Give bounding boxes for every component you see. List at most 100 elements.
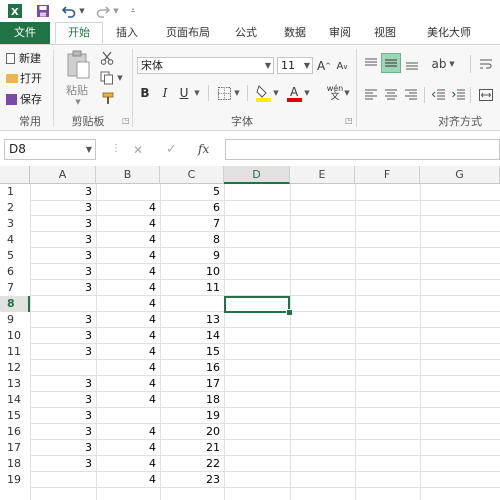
row-header[interactable]: 9 xyxy=(0,312,30,328)
redo-dropdown-icon[interactable]: ▼ xyxy=(112,2,120,20)
align-top-icon[interactable] xyxy=(362,55,380,73)
cell-a9[interactable]: 3 xyxy=(30,312,96,328)
column-header-a[interactable]: A xyxy=(30,166,96,184)
cell-a3[interactable]: 3 xyxy=(30,216,96,232)
undo-dropdown-icon[interactable]: ▼ xyxy=(78,2,86,20)
column-header-f[interactable]: F xyxy=(355,166,420,184)
cell-b14[interactable]: 4 xyxy=(96,392,160,408)
cell-b13[interactable]: 4 xyxy=(96,376,160,392)
column-header-e[interactable]: E xyxy=(290,166,355,184)
row-header[interactable]: 17 xyxy=(0,440,30,456)
phonetic-dropdown-icon[interactable]: ▼ xyxy=(343,87,351,99)
font-launcher-icon[interactable]: ◳ xyxy=(345,116,353,125)
decrease-indent-icon[interactable] xyxy=(430,87,448,103)
cancel-icon[interactable]: ✕ xyxy=(133,143,143,157)
formula-bar-grip-icon[interactable]: ⋮ xyxy=(111,143,121,154)
orientation-icon[interactable]: ab xyxy=(430,55,448,73)
cell-c19[interactable]: 23 xyxy=(160,472,224,488)
cell-c4[interactable]: 8 xyxy=(160,232,224,248)
bold-button[interactable]: B xyxy=(138,85,152,101)
cell-b16[interactable]: 4 xyxy=(96,424,160,440)
cell-a10[interactable]: 3 xyxy=(30,328,96,344)
cell-a7[interactable]: 3 xyxy=(30,280,96,296)
fill-color-dropdown-icon[interactable]: ▼ xyxy=(272,87,280,99)
font-size-select[interactable]: 11 ▼ xyxy=(277,57,313,74)
customize-icon[interactable]: ⩡ xyxy=(128,2,138,20)
cell-c12[interactable]: 16 xyxy=(160,360,224,376)
row-header[interactable]: 14 xyxy=(0,392,30,408)
cell-a17[interactable]: 3 xyxy=(30,440,96,456)
cell-a19[interactable] xyxy=(30,472,96,488)
tab-view[interactable]: 视图 xyxy=(365,22,405,44)
cell-b17[interactable]: 4 xyxy=(96,440,160,456)
cell-a14[interactable]: 3 xyxy=(30,392,96,408)
row-header[interactable]: 13 xyxy=(0,376,30,392)
cell-c1[interactable]: 5 xyxy=(160,184,224,200)
row-header[interactable]: 16 xyxy=(0,424,30,440)
cell-b6[interactable]: 4 xyxy=(96,264,160,280)
grow-font-button[interactable]: A ^ xyxy=(317,57,331,74)
clipboard-launcher-icon[interactable]: ◳ xyxy=(122,116,130,125)
phonetic-guide-button[interactable]: wén 文 xyxy=(326,83,344,103)
row-header[interactable]: 5 xyxy=(0,248,30,264)
cell-c3[interactable]: 7 xyxy=(160,216,224,232)
new-button[interactable]: 新建 xyxy=(6,50,41,66)
fill-handle[interactable] xyxy=(286,309,293,316)
cell-a4[interactable]: 3 xyxy=(30,232,96,248)
cell-b9[interactable]: 4 xyxy=(96,312,160,328)
save-icon[interactable] xyxy=(34,2,52,20)
redo-icon[interactable] xyxy=(94,2,112,20)
cell-c13[interactable]: 17 xyxy=(160,376,224,392)
cell-c6[interactable]: 10 xyxy=(160,264,224,280)
cell-c7[interactable]: 11 xyxy=(160,280,224,296)
cell-b10[interactable]: 4 xyxy=(96,328,160,344)
format-painter-icon[interactable] xyxy=(99,91,117,107)
cell-b18[interactable]: 4 xyxy=(96,456,160,472)
column-header-d[interactable]: D xyxy=(224,166,290,184)
paste-label[interactable]: 粘贴 xyxy=(66,82,88,98)
tab-beautify-master[interactable]: 美化大师 xyxy=(416,22,482,44)
undo-icon[interactable] xyxy=(60,2,78,20)
shrink-font-button[interactable]: Av xyxy=(335,59,349,74)
cut-icon[interactable] xyxy=(98,50,116,66)
cell-a16[interactable]: 3 xyxy=(30,424,96,440)
row-header[interactable]: 2 xyxy=(0,200,30,216)
tab-page-layout[interactable]: 页面布局 xyxy=(155,22,221,44)
cell-b15[interactable] xyxy=(96,408,160,424)
copy-dropdown-icon[interactable]: ▼ xyxy=(116,73,124,83)
cell-c2[interactable]: 6 xyxy=(160,200,224,216)
cell-a5[interactable]: 3 xyxy=(30,248,96,264)
align-center-icon[interactable] xyxy=(382,87,400,103)
tab-review[interactable]: 审阅 xyxy=(320,22,360,44)
align-bottom-icon[interactable] xyxy=(403,55,421,73)
row-header[interactable]: 4 xyxy=(0,232,30,248)
cell-c18[interactable]: 22 xyxy=(160,456,224,472)
row-header[interactable]: 10 xyxy=(0,328,30,344)
fill-color-icon[interactable] xyxy=(255,83,271,103)
cell-a13[interactable]: 3 xyxy=(30,376,96,392)
cell-c17[interactable]: 21 xyxy=(160,440,224,456)
row-header[interactable]: 1 xyxy=(0,184,30,200)
row-header[interactable]: 7 xyxy=(0,280,30,296)
row-header[interactable]: 11 xyxy=(0,344,30,360)
font-color-icon[interactable]: A xyxy=(286,83,302,103)
row-header[interactable]: 19 xyxy=(0,472,30,488)
row-header[interactable]: 12 xyxy=(0,360,30,376)
cell-b8[interactable]: 4 xyxy=(96,296,160,312)
column-header-g[interactable]: G xyxy=(420,166,500,184)
tab-formulas[interactable]: 公式 xyxy=(226,22,266,44)
cell-a2[interactable]: 3 xyxy=(30,200,96,216)
row-header[interactable]: 8 xyxy=(0,296,30,312)
tab-file[interactable]: 文件 xyxy=(0,22,50,44)
cell-c9[interactable]: 13 xyxy=(160,312,224,328)
tab-insert[interactable]: 插入 xyxy=(106,22,148,44)
orientation-dropdown-icon[interactable]: ▼ xyxy=(448,58,456,70)
cell-a15[interactable]: 3 xyxy=(30,408,96,424)
borders-icon[interactable] xyxy=(216,85,232,101)
borders-dropdown-icon[interactable]: ▼ xyxy=(233,87,241,99)
cell-a1[interactable]: 3 xyxy=(30,184,96,200)
paste-dropdown-icon[interactable]: ▼ xyxy=(72,97,84,107)
cell-b1[interactable] xyxy=(96,184,160,200)
cell-c5[interactable]: 9 xyxy=(160,248,224,264)
name-box[interactable]: D8 ▼ xyxy=(4,139,96,160)
